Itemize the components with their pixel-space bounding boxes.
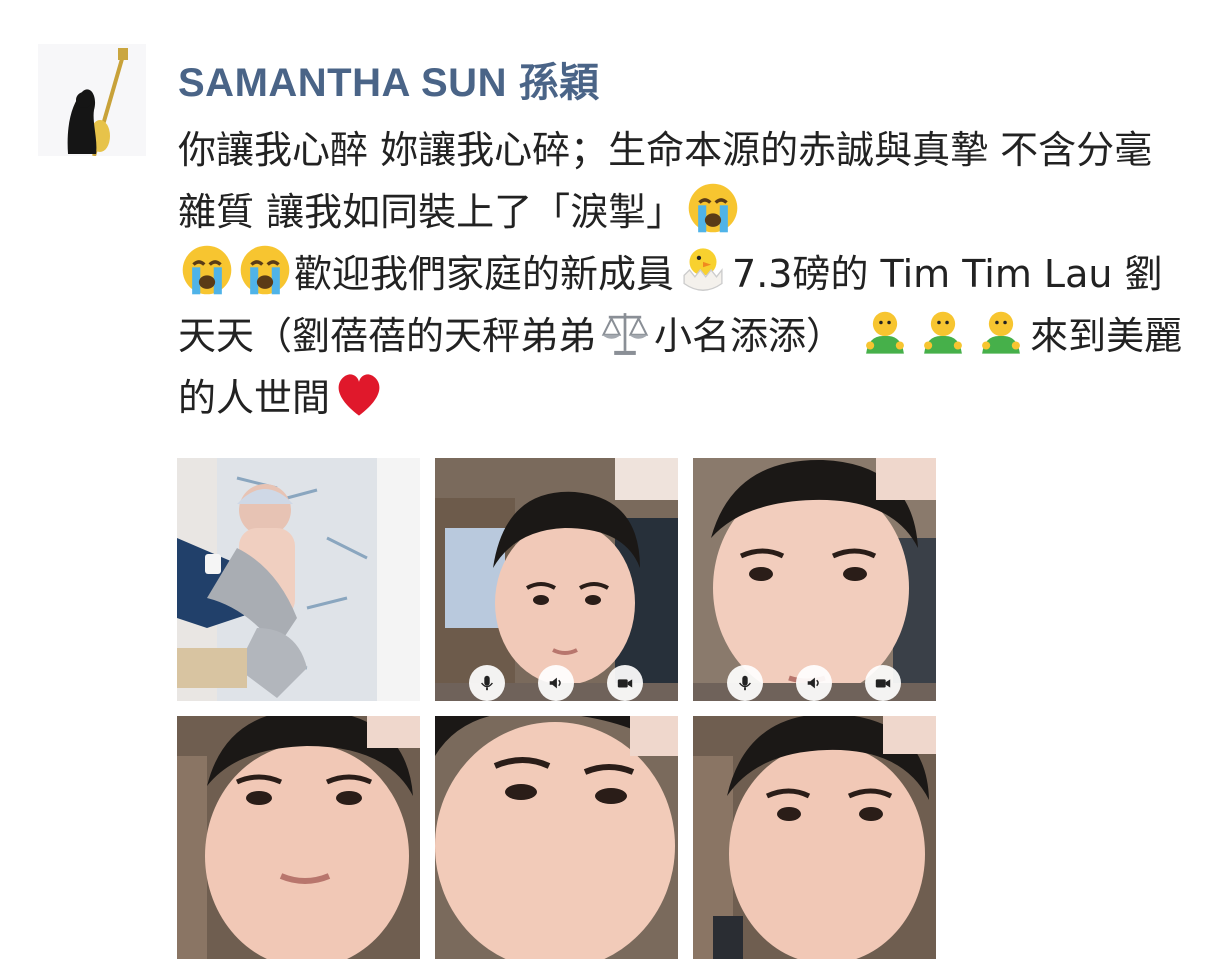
camera-icon[interactable] xyxy=(865,665,901,701)
hatching-chick-emoji-icon xyxy=(676,243,730,297)
video-call-photo-4[interactable] xyxy=(435,716,678,959)
avatar[interactable] xyxy=(38,44,146,157)
social-post: SAMANTHA SUN 孫穎 你讓我心醉 妳讓我心碎；生命本源的赤誠與真摯 不… xyxy=(0,0,1212,959)
post-text-segment-2: 歡迎我們家庭的新成員 xyxy=(294,252,675,296)
balance-scale-emoji-icon xyxy=(598,305,652,359)
video-call-photo-1[interactable] xyxy=(435,458,678,701)
author-name[interactable]: SAMANTHA SUN 孫穎 xyxy=(178,50,600,108)
guitar-silhouette-avatar-icon xyxy=(38,44,146,157)
mic-icon[interactable] xyxy=(469,665,505,701)
baby-in-green-emoji-icon xyxy=(858,305,912,359)
baby-in-green-emoji-icon xyxy=(974,305,1028,359)
red-heart-emoji-icon xyxy=(332,367,386,421)
post-text: 你讓我心醉 妳讓我心碎；生命本源的赤誠與真摯 不含分毫雜質 讓我如同裝上了「淚掣… xyxy=(178,120,1183,429)
speaker-icon[interactable] xyxy=(538,665,574,701)
post-text-segment-1: 你讓我心醉 妳讓我心碎；生命本源的赤誠與真摯 不含分毫雜質 讓我如同裝上了「淚掣… xyxy=(178,128,1153,234)
video-call-photo-2[interactable] xyxy=(693,458,936,701)
video-call-photo-3[interactable] xyxy=(177,716,420,959)
newborn-photo[interactable] xyxy=(177,458,420,701)
loudly-crying-face-emoji-icon xyxy=(180,243,234,297)
baby-in-green-emoji-icon xyxy=(916,305,970,359)
camera-icon[interactable] xyxy=(607,665,643,701)
mic-icon[interactable] xyxy=(727,665,763,701)
speaker-icon[interactable] xyxy=(796,665,832,701)
video-call-photo-5[interactable] xyxy=(693,716,936,959)
post-text-segment-4: 小名添添） xyxy=(654,314,845,358)
loudly-crying-face-emoji-icon xyxy=(238,243,292,297)
loudly-crying-face-emoji-icon xyxy=(686,181,740,235)
